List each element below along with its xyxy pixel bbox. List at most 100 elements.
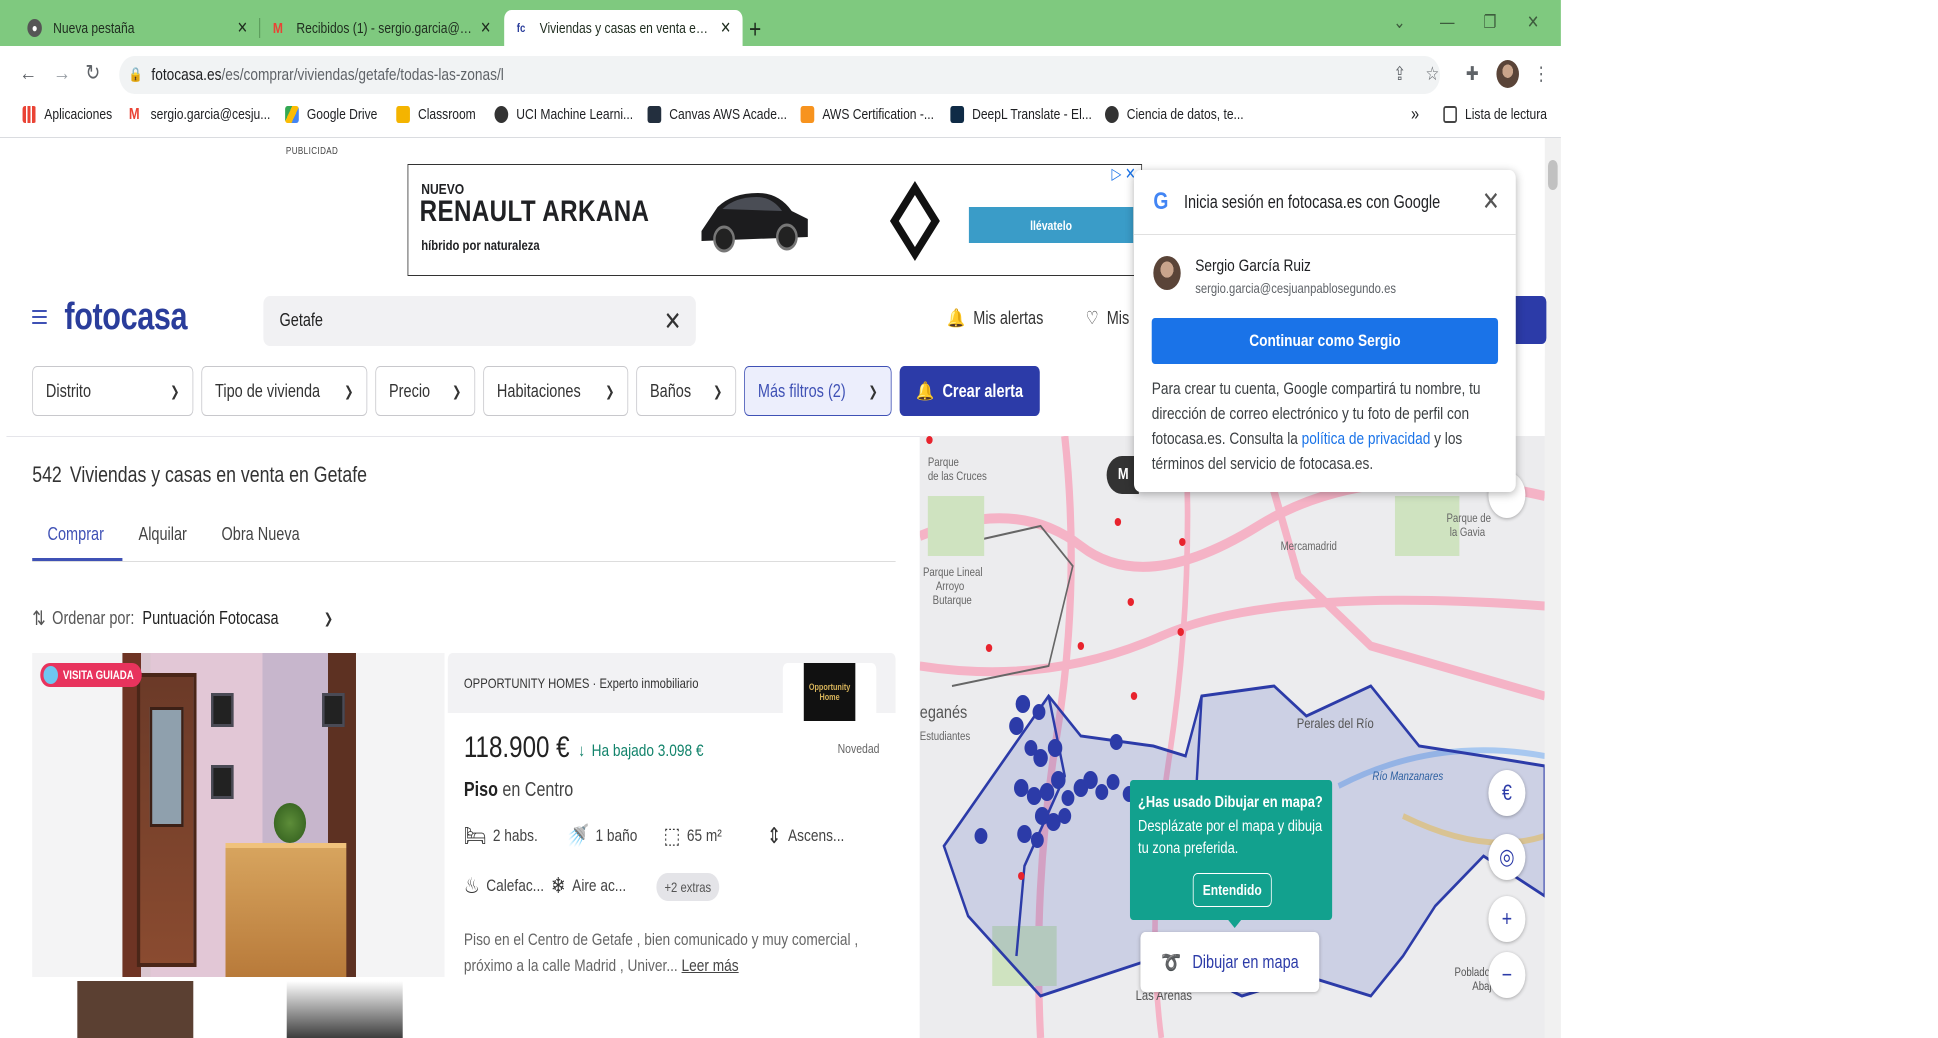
mis-alertas-link[interactable]: 🔔 Mis alertas	[947, 308, 1043, 329]
filter-banos[interactable]: Baños ❯	[636, 366, 737, 416]
reload-icon[interactable]: ↻	[85, 60, 100, 86]
forward-icon[interactable]: →	[53, 60, 71, 86]
clear-search-icon[interactable]: ✕	[664, 306, 682, 337]
results-heading: 542 Viviendas y casas en venta en Getafe	[32, 462, 367, 488]
renault-ad-banner[interactable]: NUEVO RENAULT ARKANA híbrido por natural…	[407, 164, 1143, 276]
scrollbar-thumb[interactable]	[1547, 160, 1558, 190]
crear-alerta-button[interactable]: 🔔 Crear alerta	[899, 366, 1040, 416]
close-icon[interactable]: ✕	[478, 18, 492, 38]
bookmark-canvas[interactable]: Canvas AWS Acade...	[647, 106, 787, 123]
globe-layer-icon[interactable]: ◎	[1488, 834, 1526, 880]
close-icon[interactable]: ✕	[1482, 186, 1500, 217]
aws-cert-icon	[800, 106, 815, 123]
back-icon[interactable]: ←	[19, 60, 37, 86]
extras-badge[interactable]: +2 extras	[656, 873, 720, 901]
bookmark-label: Ciencia de datos, te...	[1126, 106, 1244, 123]
leer-mas-link[interactable]: Leer más	[682, 956, 739, 975]
search-value: Getafe	[279, 310, 324, 330]
bookmark-classroom[interactable]: Classroom	[396, 106, 476, 123]
bookmark-uci[interactable]: UCI Machine Learni...	[494, 106, 633, 123]
account-email: sergio.garcia@cesjuanpablosegundo.es	[1195, 280, 1396, 296]
filter-habitaciones[interactable]: Habitaciones ❯	[483, 366, 629, 416]
bookmark-aws-cert[interactable]: AWS Certification -...	[800, 106, 934, 123]
location-search-input[interactable]: Getafe ✕	[263, 296, 696, 346]
close-icon[interactable]: ✕	[235, 18, 249, 38]
filter-precio[interactable]: Precio ❯	[375, 366, 476, 416]
aws-icon	[647, 106, 662, 123]
feature-habs: 🛏 2 habs.	[464, 823, 538, 849]
bookmark-deepl[interactable]: DeepL Translate - El...	[950, 106, 1092, 123]
chevron-down-icon: ❯	[605, 382, 615, 399]
tab-gmail[interactable]: M Recibidos (1) - sergio.garcia@cesjuanp…	[261, 10, 503, 46]
header-divider	[6, 436, 922, 437]
menu-icon[interactable]: ⋮	[1533, 63, 1548, 86]
listing-description: Piso en el Centro de Getafe , bien comun…	[464, 927, 883, 979]
alertas-label: Mis alertas	[973, 308, 1044, 328]
bell-icon: 🔔	[947, 308, 966, 328]
feature-bano: 🚿 1 baño	[567, 823, 637, 849]
price-layer-icon[interactable]: €	[1488, 770, 1526, 816]
badge-label: VISITA GUIADA	[62, 668, 134, 682]
extensions-icon[interactable]: ✚	[1466, 63, 1479, 86]
hamburger-menu-icon[interactable]	[32, 310, 47, 326]
photo-thumbnail[interactable]	[77, 981, 194, 1038]
url-text[interactable]: fotocasa.es/es/comprar/viviendas/getafe/…	[151, 65, 503, 85]
zoom-in-icon[interactable]: +	[1488, 896, 1526, 942]
fotocasa-logo[interactable]: fotocasa	[64, 296, 187, 339]
zoom-out-icon[interactable]: −	[1488, 952, 1526, 998]
continuar-button[interactable]: Continuar como Sergio	[1151, 318, 1499, 364]
filter-tipo-vivienda[interactable]: Tipo de vivienda ❯	[201, 366, 368, 416]
gmail-icon: M	[128, 106, 140, 123]
filter-mas-filtros[interactable]: Más filtros (2) ❯	[744, 366, 892, 416]
price-drop: ↓ Ha bajado 3.098 €	[578, 741, 703, 761]
scrollbar[interactable]	[1544, 138, 1561, 1038]
photo-thumbnail[interactable]	[286, 981, 403, 1038]
adchoices-icon[interactable]: ▷ ✕	[1111, 164, 1135, 184]
tab-obra-nueva[interactable]: Obra Nueva	[221, 524, 299, 545]
bookmark-ciencia[interactable]: Ciencia de datos, te...	[1105, 106, 1244, 123]
entendido-button[interactable]: Entendido	[1192, 873, 1272, 907]
crear-alerta-label: Crear alerta	[942, 380, 1024, 401]
sort-control[interactable]: ⇅ Ordenar por: Puntuación Fotocasa ❯	[32, 606, 333, 631]
lock-icon[interactable]: 🔒	[129, 66, 143, 83]
tab-alquilar[interactable]: Alquilar	[139, 524, 187, 545]
listing-card[interactable]: VISITA GUIADA OPPORTUNITY HOMES · Expert…	[32, 653, 896, 1038]
tab-nueva-pestana[interactable]: ● Nueva pestaña ✕	[18, 10, 260, 46]
privacy-policy-link[interactable]: política de privacidad	[1302, 429, 1431, 448]
mis-label: Mis	[1106, 308, 1130, 328]
tab-fotocasa[interactable]: fc Viviendas y casas en venta en Getafe …	[504, 10, 743, 46]
tooltip-text: Desplázate por el mapa y dibuja tu zona …	[1138, 818, 1323, 857]
bookmark-drive[interactable]: Google Drive	[285, 106, 377, 123]
tab-label: Recibidos (1) - sergio.garcia@cesjuanpab…	[296, 19, 472, 37]
reading-list-button[interactable]: Lista de lectura	[1443, 106, 1547, 123]
mis-favoritos-link[interactable]: ♡ Mis	[1086, 308, 1130, 329]
dibujar-en-mapa-button[interactable]: ➰ Dibujar en mapa	[1140, 932, 1320, 992]
listing-detail[interactable]: OPPORTUNITY HOMES · Experto inmobiliario…	[447, 653, 896, 1038]
type-rest: en Centro	[502, 779, 574, 801]
filter-distrito[interactable]: Distrito ❯	[32, 366, 194, 416]
avatar	[1153, 256, 1181, 290]
svg-text:Mercamadrid: Mercamadrid	[1281, 540, 1337, 553]
video-icon	[43, 666, 58, 684]
agency-logo[interactable]: Opportunity Home	[782, 663, 877, 721]
restore-icon[interactable]: ❐	[1484, 12, 1497, 33]
close-window-icon[interactable]: ✕	[1527, 12, 1539, 33]
google-logo-icon: G	[1153, 188, 1169, 215]
ad-cta-button[interactable]: llévatelo	[968, 207, 1134, 243]
share-icon[interactable]: ⇪	[1393, 63, 1406, 86]
publish-button[interactable]	[1514, 296, 1547, 344]
bookmark-gmail[interactable]: Msergio.garcia@cesju...	[129, 106, 270, 123]
bookmark-star-icon[interactable]: ☆	[1426, 63, 1440, 86]
profile-avatar[interactable]	[1496, 60, 1519, 88]
feature-aire: ❄ Aire ac...	[551, 873, 626, 899]
more-bookmarks-button[interactable]: »	[1411, 104, 1419, 125]
tab-comprar[interactable]: Comprar	[48, 524, 104, 545]
popup-disclaimer: Para crear tu cuenta, Google compartirá …	[1152, 376, 1506, 476]
minimize-icon[interactable]: —	[1440, 12, 1454, 33]
tooltip-title: ¿Has usado Dibujar en mapa?	[1138, 794, 1323, 811]
bookmark-aplicaciones[interactable]: Aplicaciones	[22, 106, 112, 123]
listing-photo[interactable]: VISITA GUIADA	[32, 653, 445, 977]
tab-search-icon[interactable]: ⌄	[1393, 12, 1405, 33]
close-icon[interactable]: ✕	[718, 18, 732, 38]
new-tab-button[interactable]: +	[749, 14, 761, 45]
